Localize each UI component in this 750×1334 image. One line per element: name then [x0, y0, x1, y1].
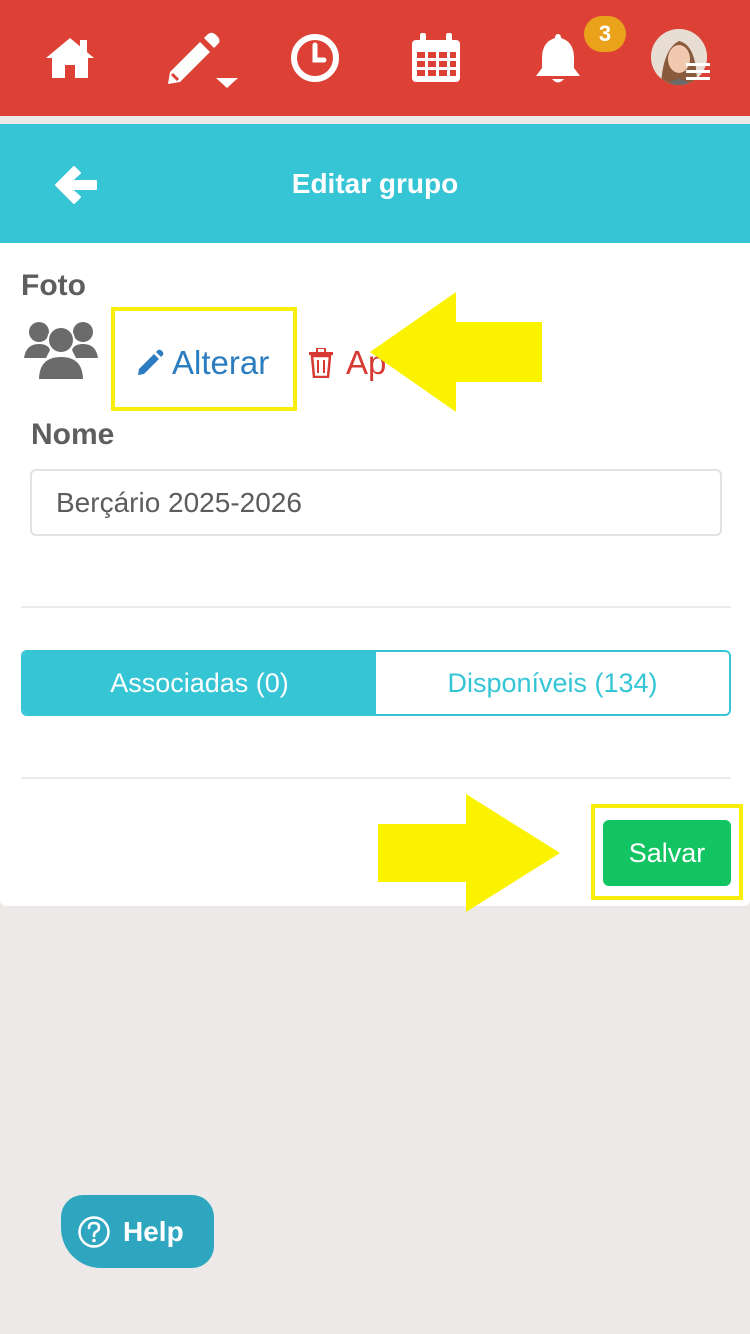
tab-disponiveis[interactable]: Disponíveis (134) [376, 652, 729, 714]
notification-count-badge: 3 [584, 16, 626, 52]
help-button[interactable]: Help [61, 1195, 214, 1268]
association-tabs: Associadas (0) Disponíveis (134) [21, 650, 731, 716]
nome-label: Nome [31, 418, 115, 451]
page-title: Editar grupo [291, 168, 459, 199]
top-navigation-bar: 3 [0, 0, 750, 116]
edit-group-card: Editar grupo Foto Alterar Ap Nome Berçár… [0, 124, 750, 906]
trash-icon [309, 348, 333, 378]
calendar-icon[interactable] [408, 30, 464, 86]
save-highlight-box [591, 804, 743, 900]
divider [21, 777, 731, 779]
edit-dropdown-icon[interactable] [164, 30, 240, 90]
bell-icon[interactable] [530, 30, 586, 86]
card-header: Editar grupo [0, 124, 750, 243]
clock-icon[interactable] [287, 30, 343, 86]
tab-associadas[interactable]: Associadas (0) [23, 652, 376, 714]
foto-label: Foto [21, 269, 86, 302]
users-group-icon [24, 322, 98, 381]
question-circle-icon [78, 1215, 110, 1248]
arrow-left-icon[interactable] [52, 162, 100, 208]
divider [21, 606, 731, 608]
arrow-left-annotation-icon [370, 292, 542, 412]
help-label: Help [123, 1215, 184, 1247]
nome-input[interactable] [30, 469, 722, 536]
home-icon[interactable] [42, 30, 98, 86]
menu-icon[interactable] [686, 62, 710, 82]
alterar-highlight-box [111, 307, 297, 411]
arrow-right-annotation-icon [378, 794, 560, 912]
